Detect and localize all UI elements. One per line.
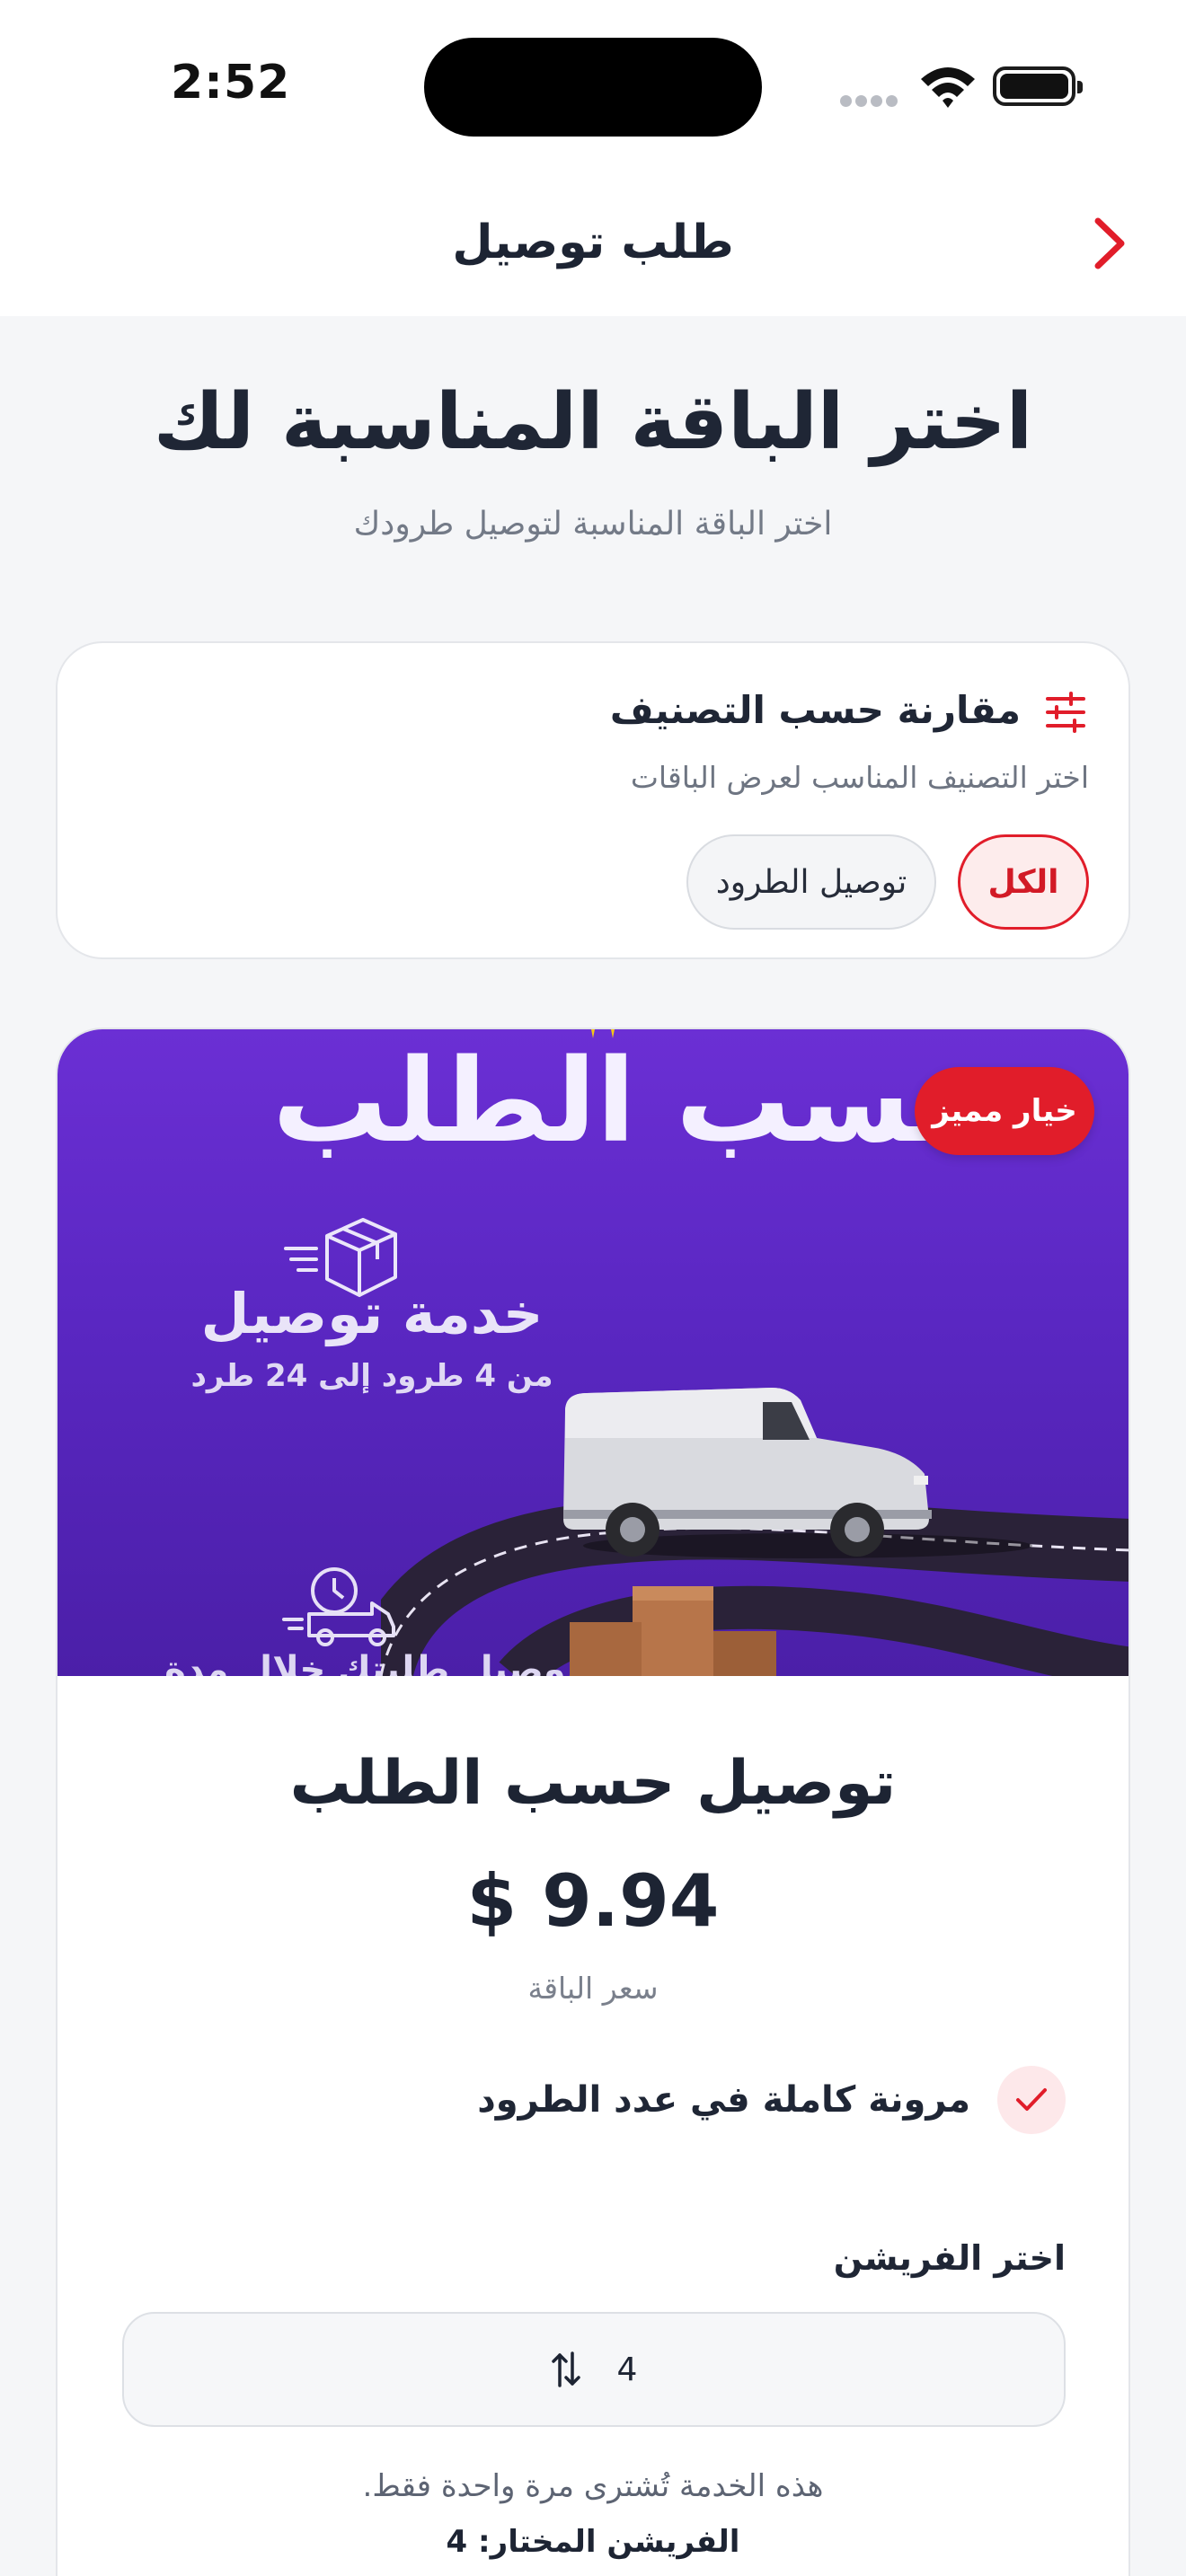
sort-arrows-icon bbox=[551, 2351, 580, 2387]
banner-title: حسب الطلب bbox=[272, 1035, 997, 1169]
page-title: اختر الباقة المناسبة لك bbox=[153, 377, 1033, 467]
dynamic-island bbox=[424, 38, 762, 137]
filter-title: مقارنة حسب التصنيف bbox=[609, 688, 1021, 732]
selected-team-text: الفريشن المختار: 4 bbox=[446, 2524, 740, 2560]
cellular-signal-icon bbox=[840, 93, 901, 110]
package-card[interactable]: حسب الطلب خدمة توصيل من 4 طرود إلى 24 طر… bbox=[56, 1028, 1130, 2576]
category-filter-card: مقارنة حسب التصنيف اختر التصنيف المناسب … bbox=[56, 641, 1130, 959]
feature-text: مرونة كاملة في عدد الطرود bbox=[477, 2079, 970, 2121]
filter-chip-parcel-delivery[interactable]: توصيل الطرود bbox=[686, 834, 936, 930]
sliders-icon bbox=[1046, 692, 1085, 733]
package-banner-image: حسب الطلب خدمة توصيل من 4 طرود إلى 24 طر… bbox=[58, 1029, 1128, 1676]
featured-badge: خيار مميز bbox=[915, 1067, 1094, 1155]
filter-subtitle: اختر التصنيف المناسب لعرض الباقات bbox=[630, 760, 1089, 795]
package-price: $ 9.94 bbox=[466, 1859, 720, 1943]
cardboard-boxes-illustration bbox=[570, 1586, 776, 1676]
team-select-dropdown[interactable]: 4 bbox=[122, 2312, 1066, 2427]
wifi-icon bbox=[921, 67, 975, 108]
one-time-purchase-note: هذه الخدمة تُشترى مرة واحدة فقط. bbox=[362, 2468, 824, 2504]
team-select-value: 4 bbox=[616, 2351, 638, 2388]
fast-delivery-truck-icon bbox=[282, 1567, 395, 1646]
status-time: 2:52 bbox=[171, 56, 291, 110]
page-subtitle: اختر الباقة المناسبة لتوصيل طرودك bbox=[353, 506, 833, 543]
team-select-label: اختر الفريشن bbox=[833, 2238, 1066, 2278]
delivery-van-illustration bbox=[563, 1388, 1032, 1558]
filter-chip-all[interactable]: الكل bbox=[958, 834, 1089, 930]
feature-item: مرونة كاملة في عدد الطرود bbox=[477, 2066, 1066, 2134]
check-icon bbox=[997, 2066, 1066, 2134]
package-price-label: سعر الباقة bbox=[527, 1971, 659, 2006]
battery-icon bbox=[993, 66, 1083, 106]
back-chevron-icon[interactable] bbox=[1078, 203, 1141, 284]
status-bar: 2:52 bbox=[0, 0, 1186, 171]
banner-delivery-text: توصيل طلبتك خلال مدة bbox=[164, 1649, 580, 1676]
banner-range-text: من 4 طرود إلى 24 طرد bbox=[190, 1358, 553, 1394]
nav-bar: طلب توصيل bbox=[0, 171, 1186, 316]
banner-service-text: خدمة توصيل bbox=[200, 1281, 544, 1346]
screen: 2:52 طلب توصيل اختر الباقة المناسبة لك ا… bbox=[0, 0, 1186, 2576]
nav-title: طلب توصيل bbox=[452, 216, 734, 269]
package-name: توصيل حسب الطلب bbox=[289, 1748, 897, 1819]
